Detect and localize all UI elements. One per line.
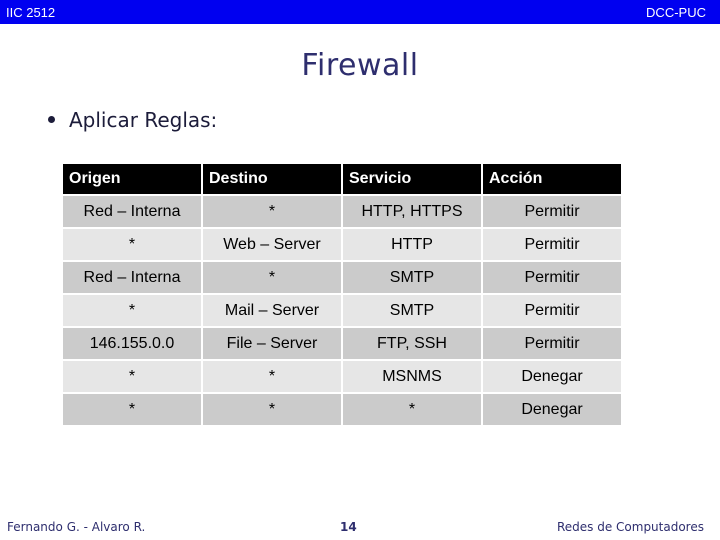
table-row: * Web – Server HTTP Permitir	[63, 229, 621, 260]
cell-destino: Mail – Server	[203, 295, 341, 326]
footer-authors: Fernando G. - Alvaro R.	[7, 520, 146, 534]
slide-title: Firewall	[301, 48, 419, 83]
cell-destino: *	[203, 196, 341, 227]
cell-origen: 146.155.0.0	[63, 328, 201, 359]
cell-servicio: *	[343, 394, 481, 425]
firewall-rules-table: Origen Destino Servicio Acción Red – Int…	[61, 162, 623, 427]
table-row: Red – Interna * HTTP, HTTPS Permitir	[63, 196, 621, 227]
cell-servicio: SMTP	[343, 295, 481, 326]
cell-accion: Denegar	[483, 361, 621, 392]
table-row: Red – Interna * SMTP Permitir	[63, 262, 621, 293]
cell-accion: Permitir	[483, 196, 621, 227]
footer-course-name: Redes de Computadores	[556, 520, 704, 534]
cell-destino: *	[203, 361, 341, 392]
cell-servicio: HTTP	[343, 229, 481, 260]
cell-servicio: FTP, SSH	[343, 328, 481, 359]
table-row: * Mail – Server SMTP Permitir	[63, 295, 621, 326]
institution-label: DCC-PUC	[646, 5, 706, 20]
cell-origen: *	[63, 394, 201, 425]
table-row: * * * Denegar	[63, 394, 621, 425]
bullet-icon	[48, 116, 55, 123]
cell-servicio: MSNMS	[343, 361, 481, 392]
cell-accion: Permitir	[483, 262, 621, 293]
cell-accion: Permitir	[483, 295, 621, 326]
table-row: 146.155.0.0 File – Server FTP, SSH Permi…	[63, 328, 621, 359]
column-header-servicio: Servicio	[343, 164, 481, 194]
course-code: IIC 2512	[6, 5, 56, 20]
column-header-accion: Acción	[483, 164, 621, 194]
cell-accion: Permitir	[483, 229, 621, 260]
cell-servicio: SMTP	[343, 262, 481, 293]
cell-servicio: HTTP, HTTPS	[343, 196, 481, 227]
table-header-row: Origen Destino Servicio Acción	[63, 164, 621, 194]
table-row: * * MSNMS Denegar	[63, 361, 621, 392]
cell-accion: Denegar	[483, 394, 621, 425]
bullet-item: Aplicar Reglas:	[48, 108, 217, 132]
cell-origen: Red – Interna	[63, 196, 201, 227]
top-header-bar: IIC 2512 DCC-PUC	[0, 0, 720, 24]
column-header-origen: Origen	[63, 164, 201, 194]
footer-page-number: 14	[340, 520, 357, 534]
cell-destino: File – Server	[203, 328, 341, 359]
cell-destino: *	[203, 394, 341, 425]
column-header-destino: Destino	[203, 164, 341, 194]
cell-destino: *	[203, 262, 341, 293]
cell-origen: *	[63, 361, 201, 392]
cell-origen: Red – Interna	[63, 262, 201, 293]
cell-origen: *	[63, 229, 201, 260]
cell-destino: Web – Server	[203, 229, 341, 260]
cell-origen: *	[63, 295, 201, 326]
cell-accion: Permitir	[483, 328, 621, 359]
bullet-text: Aplicar Reglas:	[69, 108, 218, 132]
